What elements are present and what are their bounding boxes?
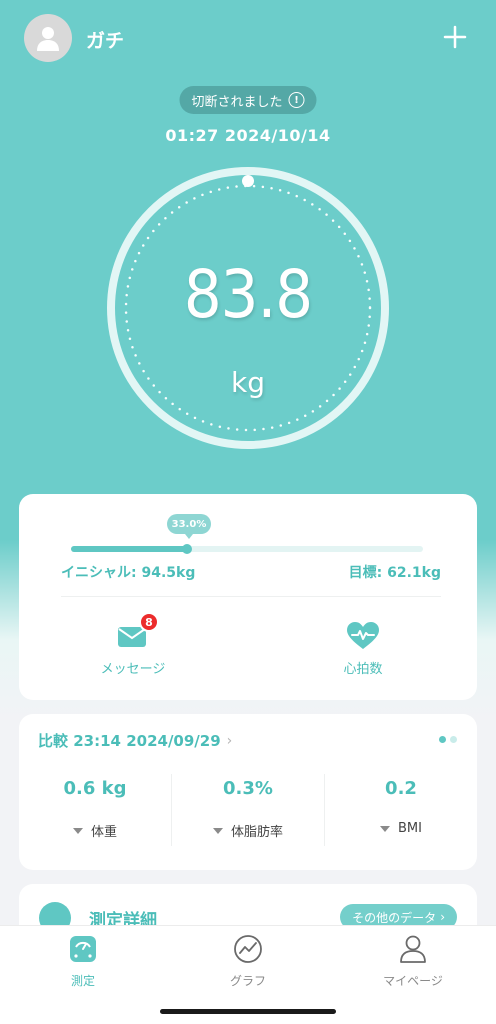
connection-status-pill[interactable]: 切断されました ! [179, 86, 317, 114]
stat-value: 0.6 kg [63, 778, 127, 799]
stat-bmi: 0.2 BMI [325, 772, 477, 850]
triangle-down-icon [380, 825, 391, 832]
weight-value: 83.8 [183, 256, 313, 333]
heart-rate-button[interactable]: 心拍数 [303, 620, 423, 677]
more-data-label: その他のデータ [352, 910, 437, 925]
measurement-timestamp: 01:27 2024/10/14 [165, 126, 331, 145]
person-icon [400, 935, 426, 963]
person-icon [37, 27, 59, 51]
messages-label: メッセージ [100, 662, 166, 677]
heart-rate-label: 心拍数 [343, 662, 383, 677]
messages-badge: 8 [139, 612, 159, 632]
weight-unit: kg [231, 366, 265, 399]
tab-measure[interactable]: 測定 [33, 934, 133, 989]
page-dot-active [439, 736, 446, 743]
initial-weight-label: イニシャル: 94.5kg [61, 565, 196, 581]
goal-card: 33.0% イニシャル: 94.5kg 目標: 62.1kg 8 メッセージ 心… [19, 494, 477, 700]
tab-label: グラフ [229, 974, 266, 988]
comparison-title: 比較 23:14 2024/09/29 [38, 732, 221, 750]
chart-icon [234, 935, 262, 963]
plus-icon[interactable] [440, 22, 470, 52]
username[interactable]: ガチ [86, 26, 124, 53]
connection-status-text: 切断されました [191, 94, 283, 110]
messages-button[interactable]: 8 メッセージ [73, 612, 193, 677]
stat-value: 0.2 [385, 778, 417, 799]
comparison-card: 比較 23:14 2024/09/29 › 0.6 kg 体重 0.3% 体脂肪… [19, 714, 477, 870]
goal-progress-knob [182, 544, 193, 554]
goal-progress-fill [71, 546, 188, 552]
tab-label: マイページ [383, 974, 443, 988]
avatar[interactable] [24, 14, 72, 62]
goal-progress-track [71, 544, 423, 554]
goal-weight-label: 目標: 62.1kg [348, 565, 441, 581]
stat-weight: 0.6 kg 体重 [19, 772, 171, 850]
stat-name: 体脂肪率 [230, 825, 283, 840]
tab-label: 測定 [70, 974, 95, 988]
header: ガチ [0, 0, 496, 80]
stat-value: 0.3% [223, 778, 273, 799]
chevron-right-icon: › [440, 910, 445, 924]
stat-body-fat: 0.3% 体脂肪率 [172, 772, 324, 850]
scale-icon [70, 936, 96, 962]
stat-name: 体重 [90, 825, 117, 840]
heart-rate-icon [347, 622, 379, 649]
page-dot [450, 736, 457, 743]
chevron-right-icon: › [226, 732, 233, 749]
triangle-down-icon [72, 827, 83, 834]
gauge-indicator [242, 175, 254, 187]
triangle-down-icon [212, 827, 223, 834]
progress-percent-tag: 33.0% [167, 514, 211, 539]
tab-graph[interactable]: グラフ [198, 934, 298, 989]
tab-mypage[interactable]: マイページ [363, 934, 463, 989]
divider [61, 596, 441, 597]
stat-name: BMI [398, 821, 422, 836]
page-indicator [439, 736, 457, 743]
comparison-header[interactable]: 比較 23:14 2024/09/29 › [38, 730, 232, 751]
home-indicator [160, 1009, 336, 1014]
info-icon: ! [288, 92, 305, 108]
